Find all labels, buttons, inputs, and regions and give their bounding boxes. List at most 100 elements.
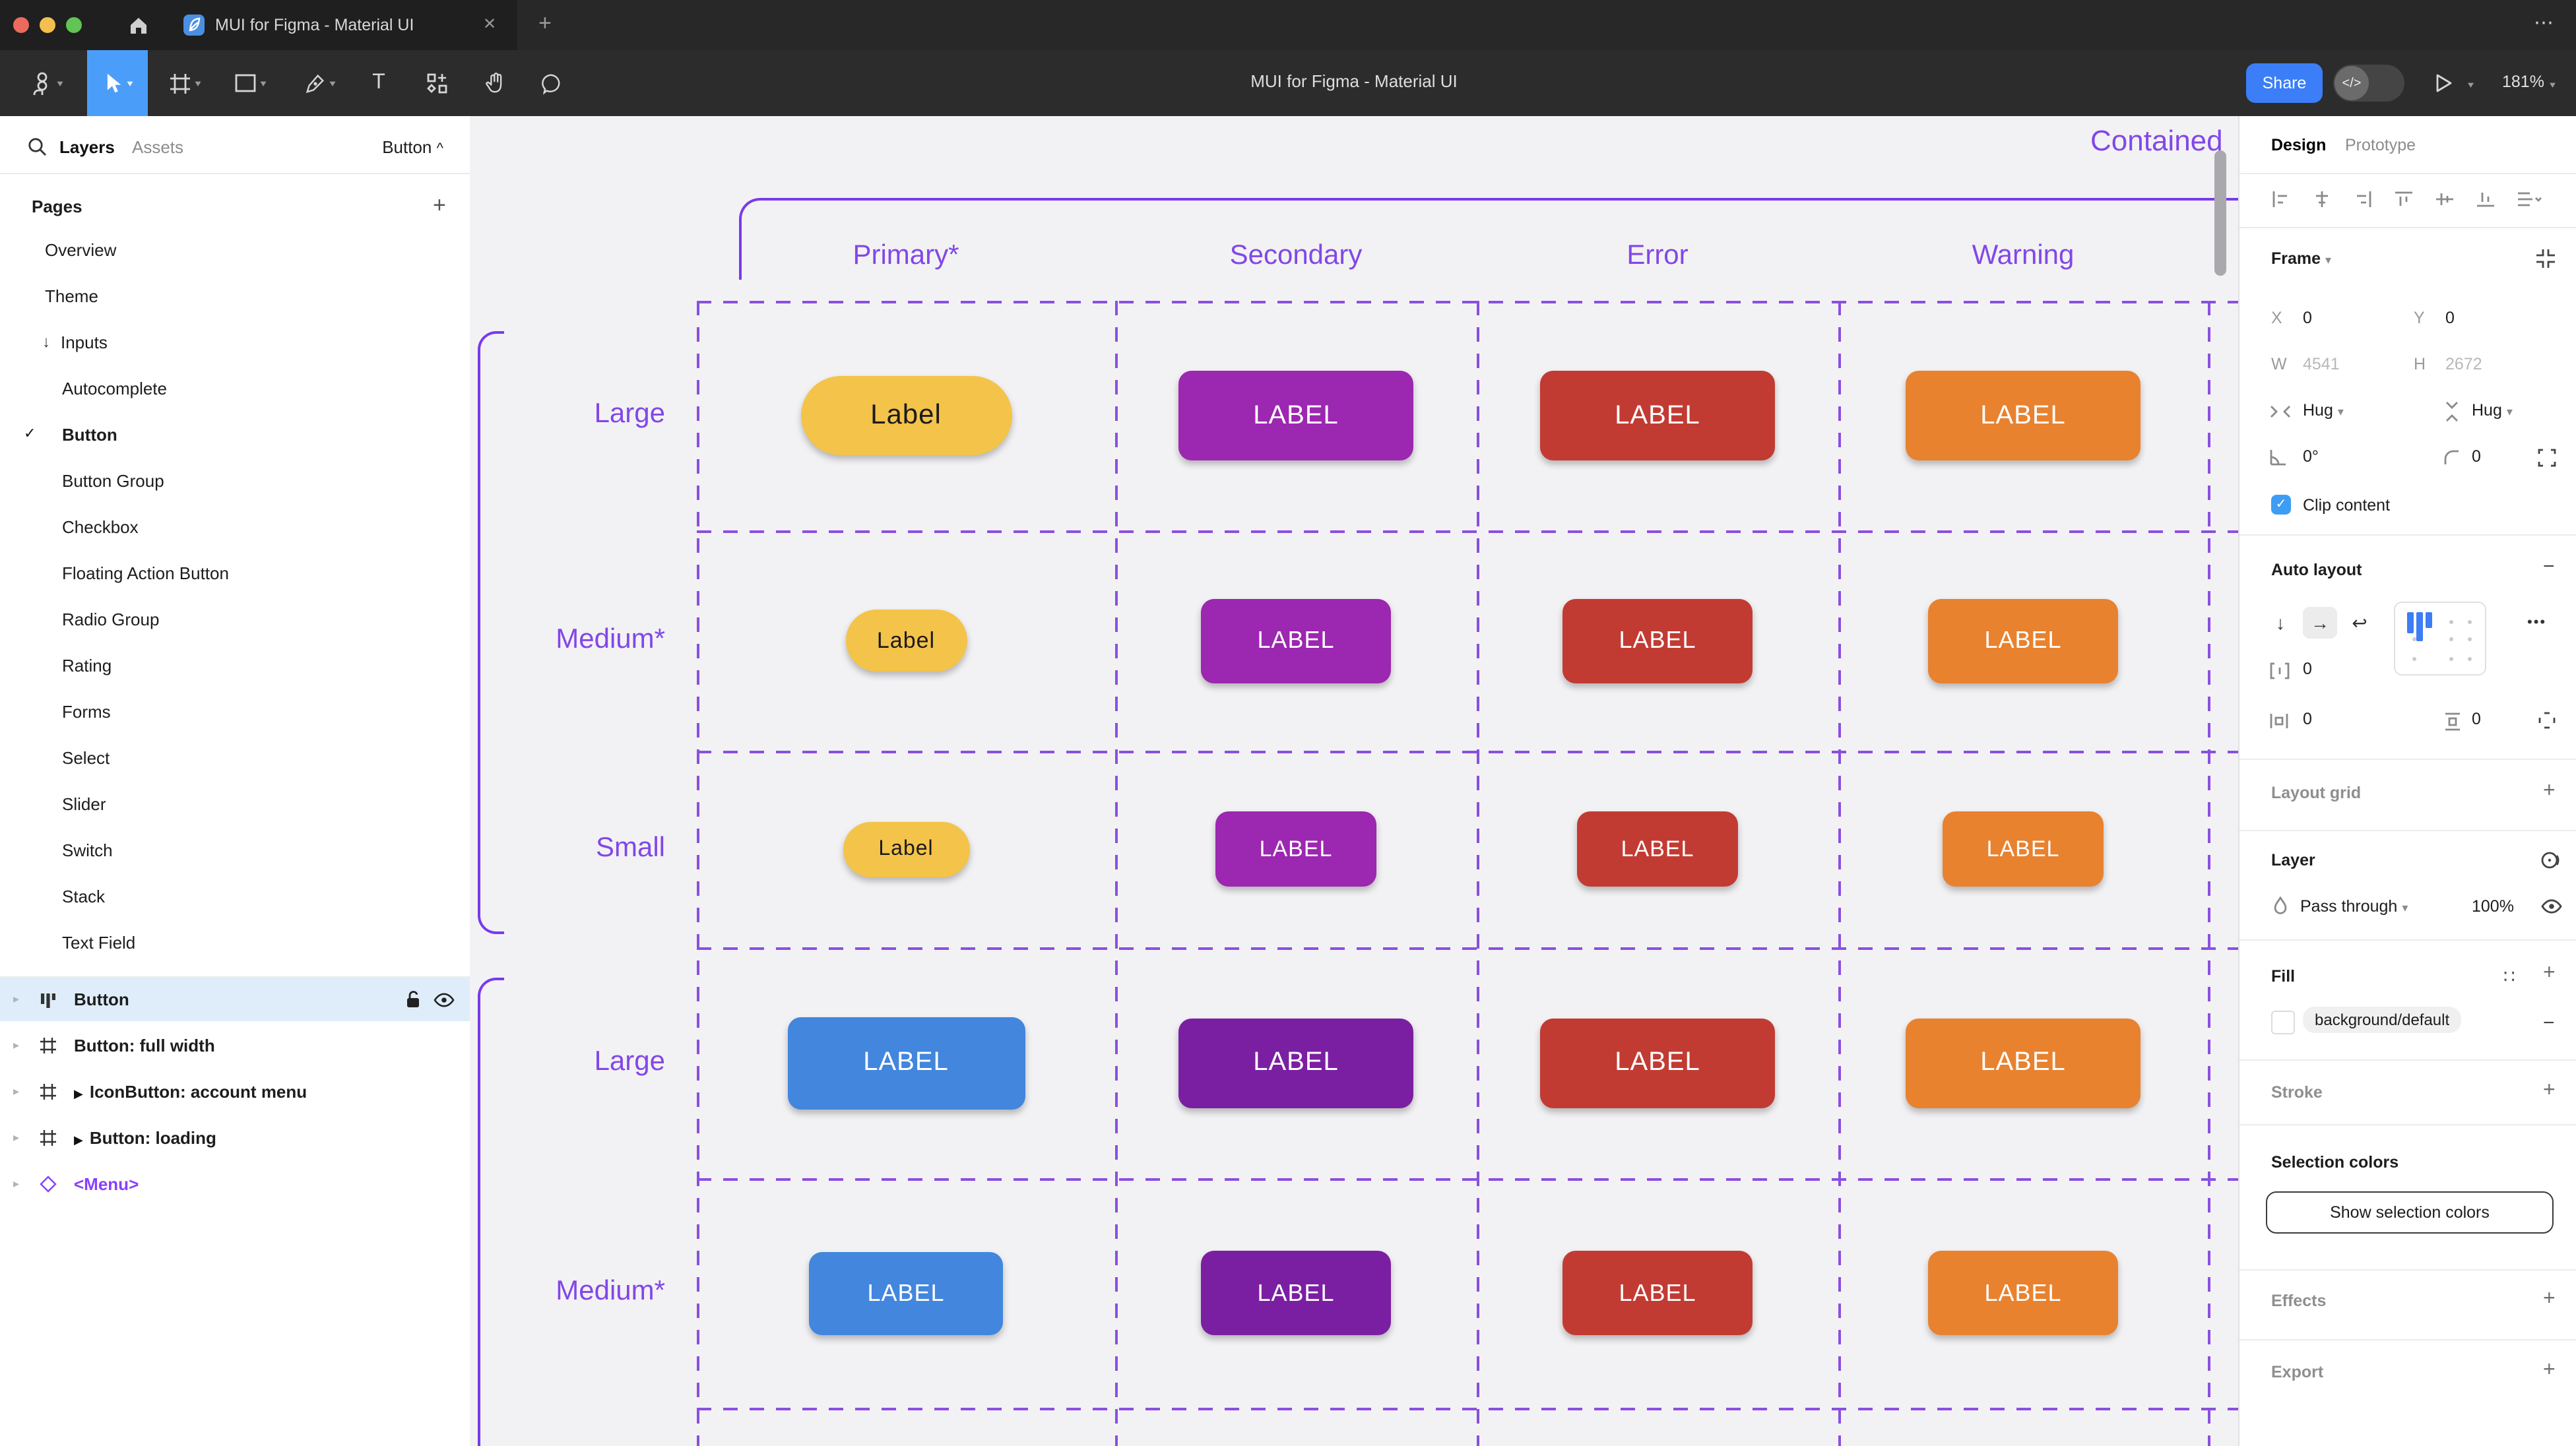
sidebar-page-item[interactable]: Floating Action Button [0, 563, 470, 590]
align-top-icon[interactable] [2394, 190, 2414, 208]
chevron-down-icon[interactable]: ▾ [2550, 79, 2556, 91]
sidebar-page-item[interactable]: Overview [0, 240, 470, 267]
button-component-purpleDark-large[interactable]: LABEL [1178, 1018, 1413, 1108]
auto-layout-vertical-icon[interactable]: ↓ [2263, 607, 2298, 639]
add-export-icon[interactable]: + [2543, 1359, 2556, 1383]
layer-name[interactable]: ▶IconButton: account menu [74, 1082, 307, 1102]
page-selector-dropdown[interactable]: Button ^ [382, 137, 443, 157]
disclosure-triangle-icon[interactable]: ▸ [13, 1177, 19, 1191]
file-tab-title[interactable]: MUI for Figma - Material UI [215, 16, 414, 34]
blend-mode-dropdown[interactable]: Pass through ▾ [2300, 897, 2408, 916]
traffic-minimize-button[interactable] [40, 17, 55, 33]
button-component-blue-large[interactable]: LABEL [787, 1017, 1025, 1109]
horizontal-padding-value[interactable]: 0 [2303, 710, 2312, 728]
sidebar-page-item[interactable]: ↓Inputs [0, 332, 470, 359]
rotation-value[interactable]: 0° [2303, 447, 2319, 466]
button-component-red-small[interactable]: LABEL [1577, 811, 1738, 887]
button-component-purple-small[interactable]: LABEL [1215, 811, 1376, 887]
fill-style-chip[interactable]: background/default [2303, 1007, 2461, 1033]
layer-name[interactable]: Button [74, 990, 129, 1009]
collapse-frame-icon[interactable] [2535, 248, 2556, 269]
button-component-red-large[interactable]: LABEL [1540, 1018, 1775, 1108]
chevron-down-icon[interactable]: ▾ [2468, 79, 2474, 91]
move-tool-button[interactable]: ▾ [87, 50, 148, 116]
disclosure-triangle-icon[interactable]: ▸ [13, 992, 19, 1007]
align-right-icon[interactable] [2353, 190, 2373, 208]
document-title[interactable]: MUI for Figma - Material UI [1182, 71, 1526, 91]
auto-layout-wrap-icon[interactable]: ↩ [2342, 607, 2377, 639]
traffic-zoom-button[interactable] [66, 17, 82, 33]
chevron-down-icon[interactable]: ▾ [329, 77, 335, 89]
search-icon[interactable] [26, 136, 48, 164]
new-tab-icon[interactable]: + [538, 11, 552, 37]
frame-title[interactable]: Contained [2090, 124, 2223, 158]
vertical-padding-value[interactable]: 0 [2472, 710, 2481, 728]
chevron-down-icon[interactable]: ▾ [127, 77, 133, 89]
layer-row[interactable]: ▸Button: full width [0, 1024, 470, 1067]
layer-row[interactable]: ▸▶IconButton: account menu [0, 1070, 470, 1114]
button-component-orange-medium[interactable]: LABEL [1928, 1251, 2118, 1335]
add-page-icon[interactable]: + [433, 193, 446, 219]
add-layout-grid-icon[interactable]: + [2543, 780, 2556, 803]
distribute-menu-icon[interactable] [2517, 190, 2543, 208]
align-vertical-center-icon[interactable] [2435, 190, 2455, 208]
item-spacing-value[interactable]: 0 [2303, 660, 2312, 678]
independent-corners-icon[interactable] [2538, 449, 2556, 467]
fill-styles-icon[interactable]: ∷ [2503, 966, 2515, 988]
sidebar-page-item[interactable]: Slider [0, 794, 470, 821]
button-component-orange-medium[interactable]: LABEL [1928, 598, 2118, 683]
opacity-value[interactable]: 100% [2472, 897, 2514, 916]
show-selection-colors-button[interactable]: Show selection colors [2266, 1191, 2554, 1234]
figma-main-menu[interactable]: ▾ [18, 50, 77, 116]
align-horizontal-center-icon[interactable] [2312, 190, 2332, 208]
button-component-amber-large[interactable]: Label [800, 376, 1012, 455]
eye-icon[interactable] [433, 991, 455, 1013]
auto-layout-more-icon[interactable]: ••• [2527, 615, 2546, 631]
width-value[interactable]: 4541 [2303, 355, 2340, 373]
sidebar-page-item[interactable]: Theme [0, 286, 470, 313]
clip-content-checkbox[interactable]: ✓ [2271, 495, 2291, 515]
disclosure-triangle-icon[interactable]: ▸ [13, 1131, 19, 1145]
button-component-orange-small[interactable]: LABEL [1943, 811, 2104, 887]
sidebar-page-item[interactable]: Switch [0, 840, 470, 867]
button-component-blue-medium[interactable]: LABEL [809, 1251, 1003, 1335]
button-component-purple-large[interactable]: LABEL [1178, 371, 1413, 460]
traffic-close-button[interactable] [13, 17, 29, 33]
x-position-value[interactable]: 0 [2303, 309, 2312, 327]
sidebar-page-item[interactable]: Button Group [0, 471, 470, 497]
tab-layers[interactable]: Layers [59, 137, 115, 157]
tab-close-icon[interactable]: ✕ [483, 15, 496, 33]
add-stroke-icon[interactable]: + [2543, 1079, 2556, 1103]
align-left-icon[interactable] [2271, 190, 2291, 208]
add-effect-icon[interactable]: + [2543, 1288, 2556, 1311]
y-position-value[interactable]: 0 [2445, 309, 2455, 327]
button-component-purple-medium[interactable]: LABEL [1201, 598, 1391, 683]
tab-design[interactable]: Design [2271, 136, 2326, 154]
resources-tool-button[interactable] [412, 50, 462, 116]
lock-open-icon[interactable] [404, 990, 422, 1013]
horizontal-resizing-dropdown[interactable]: Hug ▾ [2303, 401, 2344, 420]
layer-row[interactable]: ▸ <Menu> [0, 1162, 470, 1206]
button-component-orange-large[interactable]: LABEL [1906, 1018, 2141, 1108]
blend-mode-icon[interactable] [2540, 850, 2561, 871]
layer-name[interactable]: <Menu> [74, 1174, 139, 1194]
remove-auto-layout-icon[interactable]: − [2543, 555, 2555, 578]
button-component-orange-large[interactable]: LABEL [1906, 371, 2141, 460]
height-value[interactable]: 2672 [2445, 355, 2482, 373]
layer-name[interactable]: Button: full width [74, 1036, 215, 1055]
auto-layout-alignment-widget[interactable] [2394, 602, 2486, 676]
independent-padding-icon[interactable] [2538, 711, 2556, 730]
canvas-vertical-scrollbar[interactable] [2214, 150, 2226, 276]
text-tool-button[interactable]: T [356, 50, 401, 116]
chevron-down-icon[interactable]: ▾ [195, 77, 201, 89]
share-button[interactable]: Share [2246, 63, 2323, 103]
sidebar-page-item[interactable]: Radio Group [0, 610, 470, 636]
align-bottom-icon[interactable] [2476, 190, 2496, 208]
button-component-purpleDark-medium[interactable]: LABEL [1201, 1251, 1391, 1335]
layer-name[interactable]: ▶Button: loading [74, 1128, 216, 1148]
frame-section-header[interactable]: Frame ▾ [2271, 249, 2331, 268]
pen-tool-button[interactable]: ▾ [290, 50, 348, 116]
dev-mode-toggle[interactable]: </> [2333, 65, 2404, 102]
vertical-resizing-dropdown[interactable]: Hug ▾ [2472, 401, 2513, 420]
button-component-red-large[interactable]: LABEL [1540, 371, 1775, 460]
